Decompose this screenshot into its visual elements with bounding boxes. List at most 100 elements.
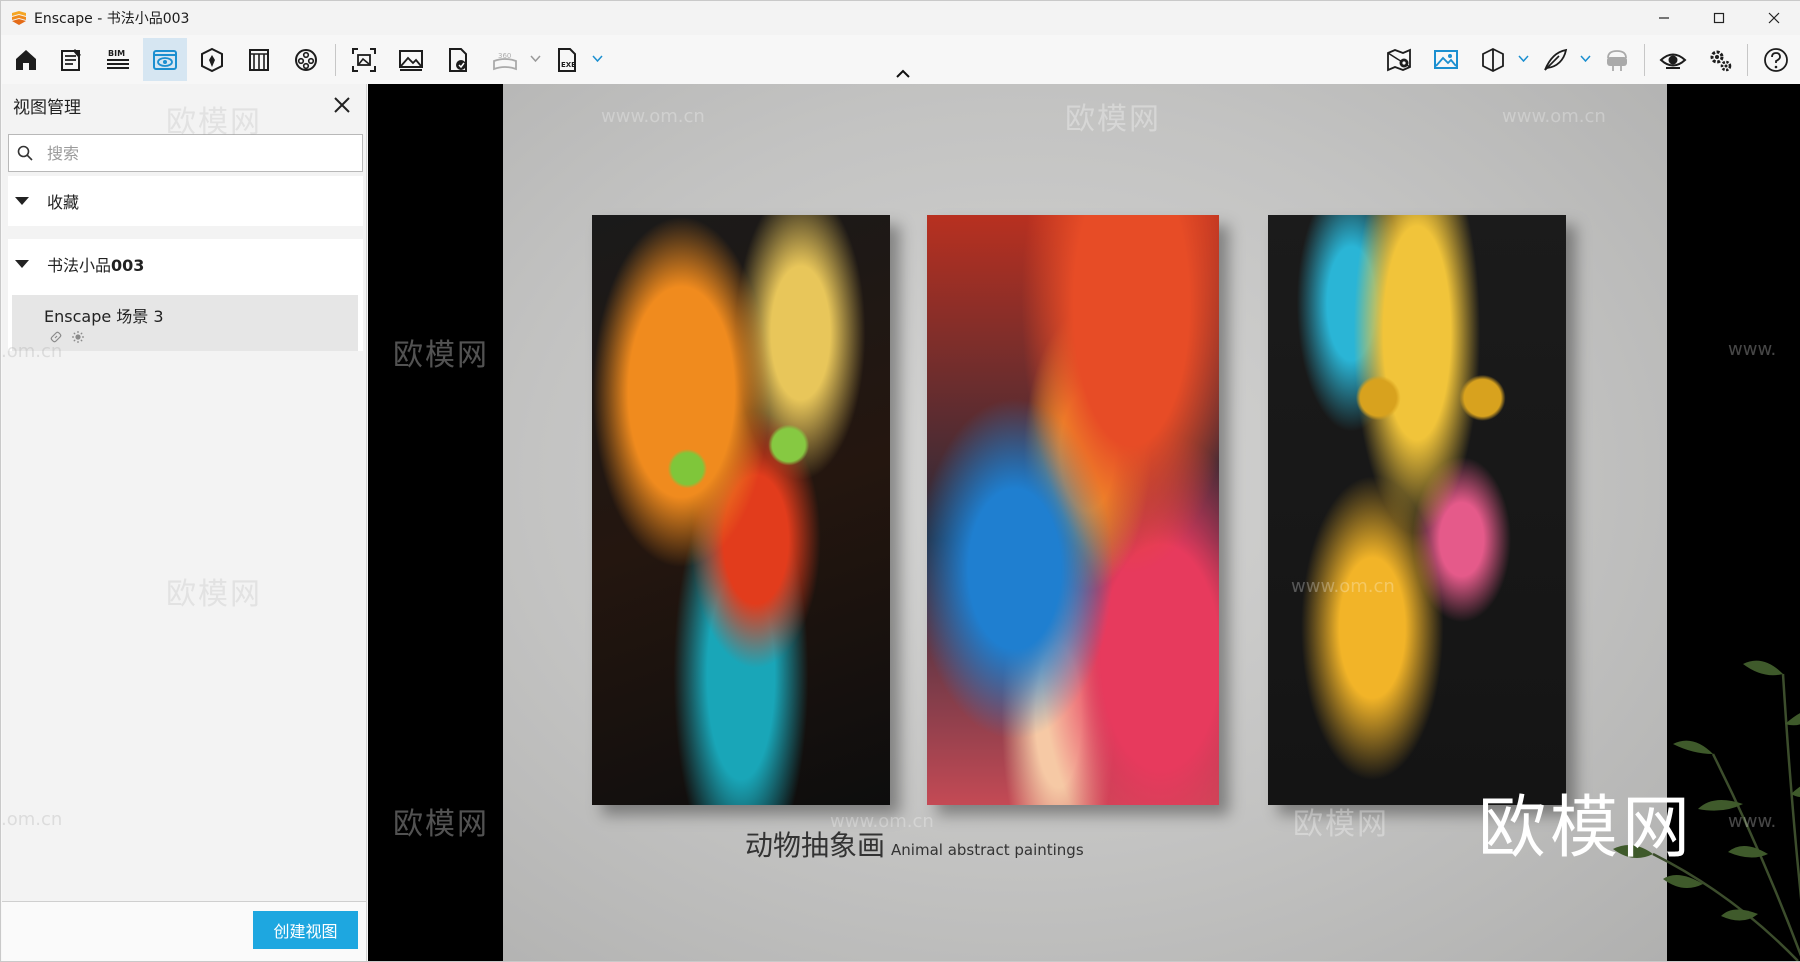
- project-label: 书法小品003: [47, 256, 145, 275]
- window-title: Enscape - 书法小品003: [34, 11, 190, 27]
- watermark-text: 欧模网: [166, 105, 262, 140]
- maximize-icon: [1713, 12, 1724, 24]
- watermark-text: 欧模网: [393, 807, 489, 842]
- vr-headset-icon: [1607, 49, 1627, 71]
- chevron-down-icon: [591, 55, 603, 63]
- view-list-item[interactable]: Enscape 场景 3: [12, 295, 358, 351]
- chevron-down-icon: [529, 55, 541, 63]
- home-button[interactable]: [4, 38, 48, 81]
- material-editor-icon: [249, 48, 269, 71]
- watermark-text: 欧模网: [1065, 102, 1161, 137]
- web-standalone-button[interactable]: [436, 38, 480, 81]
- help-button[interactable]: [1754, 38, 1798, 81]
- close-icon: [1768, 12, 1779, 24]
- eye-button[interactable]: [1651, 38, 1695, 81]
- export-dropdown-chevron[interactable]: [590, 49, 604, 69]
- settings-icon: [1710, 50, 1732, 71]
- material-editor-button[interactable]: [237, 38, 281, 81]
- watermark-text: 欧模网: [1293, 807, 1389, 842]
- toolbar-separator: [1644, 44, 1645, 76]
- watermark-text: 欧模网: [166, 577, 262, 612]
- panel-footer: 创建视图: [2, 901, 366, 961]
- web-standalone-icon: [449, 47, 467, 72]
- section-dropdown-chevron[interactable]: [1516, 49, 1530, 69]
- settings-button[interactable]: [1698, 38, 1742, 81]
- panel-close-icon[interactable]: [332, 95, 352, 115]
- watermark-text: 欧模网: [393, 338, 489, 373]
- enscape-logo-icon: [12, 11, 26, 25]
- notes-button[interactable]: [49, 38, 93, 81]
- caption-english: Animal abstract paintings: [891, 841, 1084, 859]
- home-icon: [16, 49, 36, 70]
- favorites-section[interactable]: 收藏: [8, 176, 363, 226]
- search-icon: [17, 145, 33, 161]
- watermark-url: www.om.cn: [830, 811, 934, 832]
- panel-title: 视图管理: [13, 98, 81, 118]
- cat-painting-center: [927, 215, 1219, 805]
- collapse-toolbar-chevron-up-icon[interactable]: [894, 67, 912, 81]
- chevron-down-icon: [1517, 55, 1529, 63]
- favorites-label: 收藏: [47, 193, 80, 212]
- expand-triangle-icon: [15, 197, 29, 205]
- create-view-button[interactable]: 创建视图: [253, 911, 358, 949]
- feather-button[interactable]: [1533, 38, 1577, 81]
- bim-icon: BIM: [107, 49, 129, 69]
- watermark-url: .om.cn: [1, 341, 63, 362]
- search-input[interactable]: [47, 143, 337, 163]
- minimize-button[interactable]: [1636, 1, 1691, 35]
- minimize-icon: [1658, 17, 1669, 19]
- view-item-name: Enscape 场景 3: [44, 307, 164, 326]
- watermark-url: www.om.cn: [1291, 576, 1395, 597]
- svg-text:EXE: EXE: [561, 61, 576, 69]
- feather-icon: [1544, 48, 1568, 71]
- batch-render-icon: [352, 47, 376, 72]
- watermark-url: www.: [1728, 339, 1777, 360]
- panorama-360-icon: 360: [493, 52, 517, 70]
- bim-button[interactable]: BIM: [96, 38, 140, 81]
- help-icon: [1764, 47, 1788, 72]
- map-pin-icon: [1387, 48, 1411, 71]
- cat-painting-left: [592, 215, 890, 805]
- sun-icon: [72, 331, 84, 343]
- export-exe-icon: EXE: [558, 47, 576, 72]
- video-editor-button[interactable]: [284, 38, 328, 81]
- watermark-url: www.: [1728, 811, 1777, 832]
- screenshot-icon: [399, 49, 423, 71]
- vr-headset-button[interactable]: [1595, 38, 1639, 81]
- plant-leaves-icon: [1613, 660, 1800, 961]
- svg-text:BIM: BIM: [108, 49, 125, 58]
- view-management-button[interactable]: [143, 38, 187, 81]
- video-editor-icon: [295, 48, 317, 71]
- toolbar-separator: [335, 44, 336, 76]
- asset-library-button[interactable]: [190, 38, 234, 81]
- watermark-url: www.om.cn: [1502, 106, 1606, 127]
- cat-painting-right: [1268, 215, 1566, 805]
- panorama-360-button[interactable]: 360: [483, 38, 527, 81]
- chevron-down-icon: [1579, 55, 1591, 63]
- close-window-button[interactable]: [1746, 1, 1800, 35]
- watermark-url: .om.cn: [1, 809, 63, 830]
- title-bar: Enscape - 书法小品003: [1, 1, 1800, 35]
- watermark-url: www.om.cn: [601, 106, 705, 127]
- export-exe-button[interactable]: EXE: [545, 38, 589, 81]
- visual-settings-icon: [1434, 49, 1458, 69]
- notes-icon: [61, 48, 81, 71]
- eye-icon: [1659, 53, 1687, 69]
- batch-render-button[interactable]: [342, 38, 386, 81]
- render-viewport[interactable]: 动物抽象画 Animal abstract paintings www.om.c…: [368, 84, 1800, 961]
- toolbar-separator: [1747, 44, 1748, 76]
- project-header[interactable]: 书法小品003: [8, 239, 363, 289]
- enscape-window: Enscape - 书法小品003 BIM 360 EXE 视图管理 搜索 收藏…: [0, 0, 1800, 962]
- section-view-button[interactable]: [1471, 38, 1515, 81]
- view-management-icon: [153, 49, 177, 70]
- map-pin-button[interactable]: [1377, 38, 1421, 81]
- panorama-dropdown-chevron[interactable]: [528, 49, 542, 69]
- favorites-header[interactable]: 收藏: [8, 176, 363, 226]
- maximize-button[interactable]: [1691, 1, 1746, 35]
- screenshot-button[interactable]: [389, 38, 433, 81]
- expand-triangle-icon: [15, 260, 29, 268]
- asset-library-icon: [201, 47, 223, 72]
- project-section: 书法小品003 Enscape 场景 3: [8, 239, 363, 351]
- feather-dropdown-chevron[interactable]: [1578, 49, 1592, 69]
- visual-settings-button[interactable]: [1424, 38, 1468, 81]
